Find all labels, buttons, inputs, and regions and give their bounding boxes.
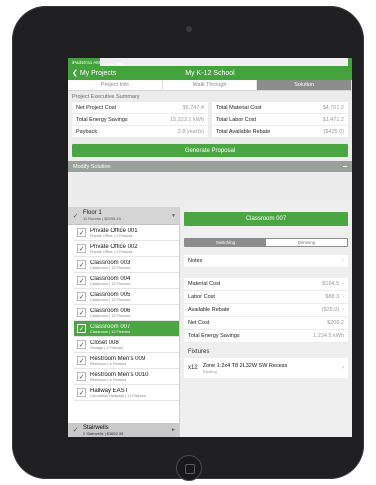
fixture-status: Existing xyxy=(202,368,217,374)
chevron-right-icon: › xyxy=(342,307,344,313)
summary-title: Project Executive Summary xyxy=(68,91,352,102)
ipad-device: iPad 10:51 AM 84% ❮ My Projects My K-12 … xyxy=(12,6,364,481)
camera-dot xyxy=(186,26,192,32)
tab-walk-through[interactable]: Walk Through xyxy=(163,80,258,90)
cost-row-energy-savings: Total Energy Savings 1,234.5 kWh xyxy=(184,330,348,343)
generate-proposal-button[interactable]: Generate Proposal xyxy=(72,144,348,157)
floor-group-header[interactable]: ✓ Floor 1 11 Rooms | $2095.45 ▼ xyxy=(68,207,179,225)
room-checkbox[interactable]: ✓ xyxy=(77,292,86,301)
tab-solution[interactable]: Solution xyxy=(257,80,352,90)
check-icon: ✓ xyxy=(72,427,79,434)
summary-row: Total Energy Savings 15,223.1 kWh xyxy=(72,114,208,126)
summary-row: Total Material Cost $4,701.2 xyxy=(212,102,348,114)
list-item[interactable]: ✓ Private Office 002 Private Office | 4 … xyxy=(74,241,179,257)
summary-row: Payback 2.8 year(s) xyxy=(72,126,208,138)
modify-solution-header[interactable]: Modify Solution xyxy=(68,161,352,172)
nav-bar: ❮ My Projects My K-12 School xyxy=(68,66,352,80)
fixture-row[interactable]: x12 Zone 1:2x4 T8 2L32W SW Recess Existi… xyxy=(184,358,348,378)
cost-card: Material Cost $164.5 › Labor Cost $88.3 › … xyxy=(184,278,348,343)
summary-row: Net Project Cost $5,747.4 xyxy=(72,102,208,114)
list-item[interactable]: ✓ Restroom Men's 0010 Restroom | 4 Fixtu… xyxy=(74,369,179,385)
back-button[interactable]: ❮ My Projects xyxy=(72,66,116,80)
list-item[interactable]: ✓ Classroom 003 Classroom | 12 Fixtures xyxy=(74,257,179,273)
stairwells-group-header[interactable]: ✓ Stairwells 2 Stairwells | $3652.08 ► xyxy=(68,423,179,437)
list-item[interactable]: ✓ Classroom 005 Classroom | 12 Fixtures xyxy=(74,289,179,305)
room-checkbox[interactable]: ✓ xyxy=(77,244,86,253)
switching-dimming-segmented-control: Switching Dimming xyxy=(184,238,348,247)
room-checkbox[interactable]: ✓ xyxy=(77,340,86,349)
executive-summary: Net Project Cost $5,747.4 Total Energy S… xyxy=(68,102,352,138)
chevron-right-icon: › xyxy=(342,365,344,371)
list-item[interactable]: ✓ Hallway EAST Circulation Hallways | 11… xyxy=(74,385,179,401)
back-label: My Projects xyxy=(79,69,117,77)
floor-summary: 11 Rooms | $2095.45 xyxy=(83,216,121,221)
room-title-bar: Classroom 007 xyxy=(184,212,348,226)
room-checkbox[interactable]: ✓ xyxy=(77,228,86,237)
fixture-name: Zone 1:2x4 T8 2L32W SW Recess xyxy=(202,362,288,369)
chevron-left-icon: ❮ xyxy=(72,70,80,77)
list-item[interactable]: ✓ Private Office 001 Private Office | 4 … xyxy=(74,225,179,241)
segment-dimming[interactable]: Dimming xyxy=(266,239,347,246)
tab-project-info[interactable]: Project Info xyxy=(68,80,163,90)
page-title: My K-12 School xyxy=(185,69,235,77)
summary-left-column: Net Project Cost $5,747.4 Total Energy S… xyxy=(72,102,208,138)
modify-solution-label: Modify Solution xyxy=(73,163,111,170)
room-list-panel: ✓ Floor 1 11 Rooms | $2095.45 ▼ ✓ Privat… xyxy=(68,207,180,437)
clock: 10:51 AM xyxy=(81,59,101,65)
cost-row-labor[interactable]: Labor Cost $88.3 › xyxy=(184,291,348,304)
notes-card: Notes › xyxy=(184,255,348,268)
check-icon: ✓ xyxy=(72,212,79,220)
tab-bar: Project Info Walk Through Solution xyxy=(68,80,352,91)
summary-right-column: Total Material Cost $4,701.2 Total Labor… xyxy=(212,102,348,138)
list-item[interactable]: ✓ Classroom 006 Classroom | 12 Fixtures xyxy=(74,305,179,321)
notes-row[interactable]: Notes › xyxy=(184,255,348,268)
summary-row: Total Labor Cost $1,471.2 xyxy=(212,114,348,126)
room-checkbox[interactable]: ✓ xyxy=(77,388,86,397)
carrier-label: iPad xyxy=(72,59,82,65)
cost-row-rebate[interactable]: Available Rebate ($25.0) › xyxy=(184,304,348,317)
solution-split-view: ✓ Floor 1 11 Rooms | $2095.45 ▼ ✓ Privat… xyxy=(68,207,352,437)
chevron-right-icon: › xyxy=(342,258,344,264)
fixture-quantity: x12 xyxy=(188,365,198,371)
chevron-right-icon[interactable]: ► xyxy=(171,427,176,433)
list-item[interactable]: ✓ Closet 008 Storage | 2 Fixtures xyxy=(74,337,179,353)
room-checkbox[interactable]: ✓ xyxy=(77,356,86,365)
cost-row-net: Net Cost $208.2 xyxy=(184,317,348,330)
fixtures-heading: Fixtures xyxy=(188,349,210,355)
room-detail-panel: Classroom 007 Switching Dimming Notes › … xyxy=(180,207,352,437)
collapse-icon[interactable] xyxy=(343,166,347,167)
room-checkbox[interactable]: ✓ xyxy=(77,372,86,381)
list-item[interactable]: ✓ Classroom 004 Classroom | 12 Fixtures xyxy=(74,273,179,289)
chevron-right-icon: › xyxy=(342,281,344,287)
app-screen: iPad 10:51 AM 84% ❮ My Projects My K-12 … xyxy=(68,58,352,437)
room-list: ✓ Private Office 001 Private Office | 4 … xyxy=(68,225,179,401)
segment-switching[interactable]: Switching xyxy=(185,239,266,246)
cost-row-material[interactable]: Material Cost $164.5 › xyxy=(184,278,348,291)
room-checkbox[interactable]: ✓ xyxy=(77,260,86,269)
stairwells-summary: 2 Stairwells | $3652.08 xyxy=(83,430,124,436)
room-checkbox[interactable]: ✓ xyxy=(77,324,86,333)
expand-arrow-icon[interactable]: ▼ xyxy=(171,213,176,219)
list-item-selected[interactable]: ✓ Classroom 007 Classroom | 12 Fixtures xyxy=(74,321,179,337)
room-checkbox[interactable]: ✓ xyxy=(77,276,86,285)
home-button[interactable] xyxy=(176,455,202,481)
status-bar: iPad 10:51 AM 84% xyxy=(68,58,352,67)
list-item[interactable]: ✓ Restroom Men's 009 Restroom | 4 Fixtur… xyxy=(74,353,179,369)
chevron-right-icon: › xyxy=(342,294,344,300)
room-checkbox[interactable]: ✓ xyxy=(77,308,86,317)
summary-row: Total Available Rebate ($425.0) xyxy=(212,126,348,138)
